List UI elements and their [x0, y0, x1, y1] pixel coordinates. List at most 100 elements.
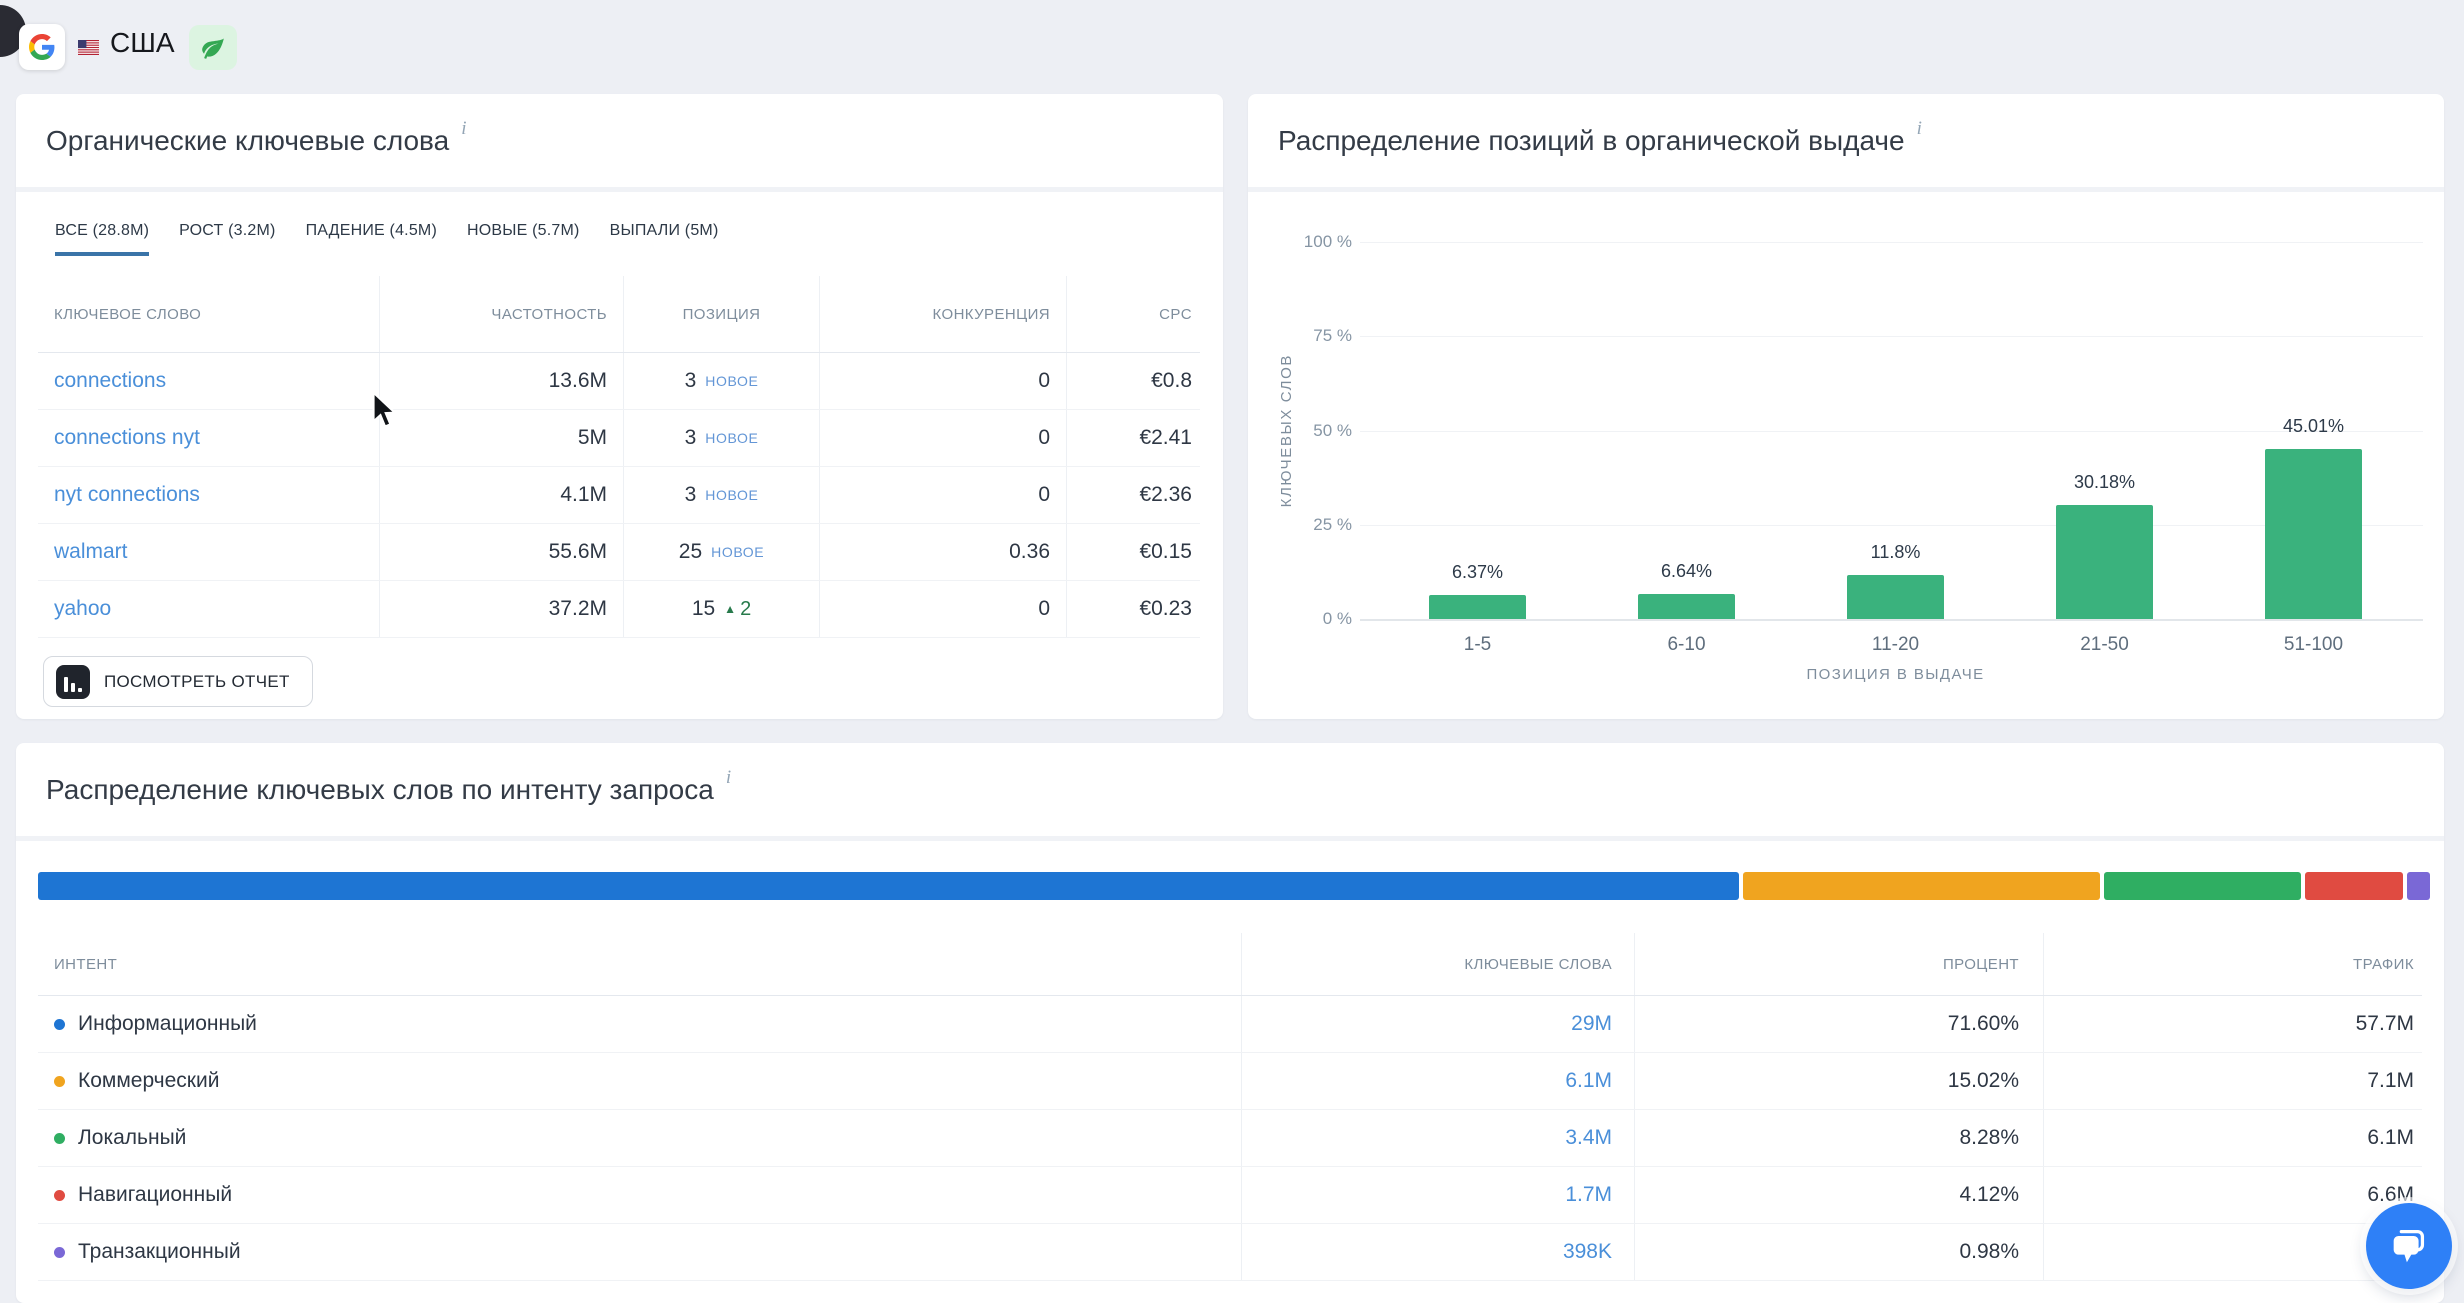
- chat-launcher-button[interactable]: [2366, 1203, 2452, 1289]
- position-value: 25: [679, 540, 702, 564]
- bar-value-label: 30.18%: [2025, 472, 2185, 493]
- position-new-badge: НОВОЕ: [705, 487, 758, 503]
- col-header-percent: ПРОЦЕНТ: [1634, 933, 2043, 995]
- intent-keywords-link[interactable]: 398K: [1563, 1240, 1612, 1264]
- keyword-link[interactable]: connections nyt: [54, 426, 200, 450]
- search-engine-selector[interactable]: [19, 24, 65, 70]
- chart-bar-21-50[interactable]: [2056, 505, 2153, 619]
- y-axis-tick: 0 %: [1276, 609, 1352, 629]
- keyword-link[interactable]: connections: [54, 369, 166, 393]
- competition-cell: 0: [819, 353, 1066, 409]
- cpc-cell: €2.36: [1066, 467, 1200, 523]
- y-axis-tick: 100 %: [1276, 232, 1352, 252]
- bar-value-label: 6.64%: [1607, 561, 1767, 582]
- position-value: 3: [685, 426, 697, 450]
- intent-name: Информационный: [78, 1012, 257, 1036]
- intent-keywords-cell: 29M: [1241, 996, 1634, 1052]
- col-header-volume: ЧАСТОТНОСТЬ: [379, 276, 623, 352]
- intent-traffic-cell: 7.1M: [2043, 1053, 2422, 1109]
- intent-keywords-link[interactable]: 1.7M: [1565, 1183, 1612, 1207]
- region-label: США: [110, 27, 175, 59]
- intent-segment-2: [1743, 872, 2100, 900]
- intent-table-body: Информационный29M71.60%57.7MКоммерческий…: [38, 996, 2422, 1281]
- intent-percent-cell: 4.12%: [1634, 1167, 2043, 1223]
- bar-value-label: 11.8%: [1816, 542, 1976, 563]
- us-flag-icon: [78, 40, 99, 55]
- keyword-cell: nyt connections: [38, 467, 379, 523]
- keywords-table-header: КЛЮЧЕВОЕ СЛОВО ЧАСТОТНОСТЬ ПОЗИЦИЯ КОНКУ…: [38, 276, 1200, 353]
- intent-stacked-bar: [38, 872, 2430, 900]
- intent-segment-3: [2104, 872, 2301, 900]
- position-new-badge: НОВОЕ: [705, 373, 758, 389]
- intent-traffic-cell: 57.7M: [2043, 996, 2422, 1052]
- table-row: connections nyt5M3НОВОЕ0€2.41: [38, 410, 1200, 467]
- keywords-tab-0[interactable]: ВСЕ (28.8M): [55, 222, 149, 256]
- intent-color-dot: [54, 1133, 65, 1144]
- page: { "topbar": { "region_label": "США", "ic…: [0, 0, 2464, 1272]
- y-axis-tick: 75 %: [1276, 326, 1352, 346]
- table-row: connections13.6M3НОВОЕ0€0.8: [38, 353, 1200, 410]
- competition-cell: 0: [819, 410, 1066, 466]
- intent-keywords-cell: 1.7M: [1241, 1167, 1634, 1223]
- keywords-tab-1[interactable]: РОСТ (3.2M): [179, 222, 275, 256]
- position-cell: 3НОВОЕ: [623, 410, 819, 466]
- intent-cell: Информационный: [38, 996, 1241, 1052]
- position-value: 15: [692, 597, 715, 621]
- keyword-cell: yahoo: [38, 581, 379, 637]
- cpc-cell: €0.8: [1066, 353, 1200, 409]
- intent-keywords-link[interactable]: 6.1M: [1565, 1069, 1612, 1093]
- bar-value-label: 6.37%: [1398, 562, 1558, 583]
- chart-bar-6-10[interactable]: [1638, 594, 1735, 619]
- info-icon[interactable]: i: [461, 118, 466, 140]
- keyword-cell: connections nyt: [38, 410, 379, 466]
- position-value: 3: [685, 483, 697, 507]
- intent-keywords-cell: 3.4M: [1241, 1110, 1634, 1166]
- organic-mode-toggle[interactable]: [189, 25, 237, 70]
- intent-traffic-cell: 6.6M: [2043, 1167, 2422, 1223]
- intent-keywords-link[interactable]: 3.4M: [1565, 1126, 1612, 1150]
- table-row: Навигационный 1.7M 4.12%6.6M: [38, 1167, 2422, 1224]
- intent-keywords-link[interactable]: 29M: [1571, 1012, 1612, 1036]
- col-header-keyword: КЛЮЧЕВОЕ СЛОВО: [38, 276, 379, 352]
- col-header-traffic: ТРАФИК: [2043, 933, 2422, 995]
- intent-name: Навигационный: [78, 1183, 232, 1207]
- keyword-cell: connections: [38, 353, 379, 409]
- chart-bar-11-20[interactable]: [1847, 575, 1944, 619]
- keywords-tabs: ВСЕ (28.8M) РОСТ (3.2M) ПАДЕНИЕ (4.5M) НОВЫ…: [55, 222, 718, 256]
- volume-cell: 5M: [379, 410, 623, 466]
- position-cell: 3НОВОЕ: [623, 353, 819, 409]
- up-arrow-icon: ▲: [724, 602, 736, 616]
- keyword-link[interactable]: walmart: [54, 540, 128, 564]
- volume-cell: 37.2M: [379, 581, 623, 637]
- x-axis-tick: 51-100: [2234, 634, 2394, 656]
- chart-bar-1-5[interactable]: [1429, 595, 1526, 619]
- chart-bar-51-100[interactable]: [2265, 449, 2362, 619]
- info-icon[interactable]: i: [726, 767, 731, 789]
- view-report-button[interactable]: ПОСМОТРЕТЬ ОТЧЕТ: [43, 656, 313, 707]
- y-axis-tick: 25 %: [1276, 515, 1352, 535]
- table-row: Локальный3.4M8.28%6.1M: [38, 1110, 2422, 1167]
- cpc-cell: €0.23: [1066, 581, 1200, 637]
- intent-keywords-cell: 6.1M: [1241, 1053, 1634, 1109]
- gridline: [1360, 242, 2423, 243]
- keywords-tab-3[interactable]: НОВЫЕ (5.7M): [467, 222, 580, 256]
- volume-cell: 4.1M: [379, 467, 623, 523]
- intent-color-dot: [54, 1019, 65, 1030]
- keyword-cell: walmart: [38, 524, 379, 580]
- col-header-intent-keywords: КЛЮЧЕВЫЕ СЛОВА: [1241, 933, 1634, 995]
- intent-name: Транзакционный: [78, 1240, 241, 1264]
- table-row: nyt connections 4.1M 3 НОВОЕ 0€2.36: [38, 467, 1200, 524]
- positions-distribution-panel: Распределение позиций в органической выд…: [1248, 94, 2444, 719]
- keywords-tab-4[interactable]: ВЫПАЛИ (5M): [610, 222, 719, 256]
- organic-keywords-header: Органические ключевые слова i: [16, 94, 1223, 192]
- keywords-tab-2[interactable]: ПАДЕНИЕ (4.5M): [306, 222, 437, 256]
- table-row: Коммерческий6.1M15.02%7.1M: [38, 1053, 2422, 1110]
- competition-cell: 0: [819, 467, 1066, 523]
- keyword-link[interactable]: yahoo: [54, 597, 111, 621]
- intent-traffic-cell: 6.1M: [2043, 1110, 2422, 1166]
- competition-cell: 0.36: [819, 524, 1066, 580]
- keyword-link[interactable]: nyt connections: [54, 483, 200, 507]
- intent-table: ИНТЕНТ КЛЮЧЕВЫЕ СЛОВА ПРОЦЕНТ ТРАФИК Инф…: [38, 933, 2422, 1281]
- leaf-icon: [200, 35, 226, 61]
- organic-keywords-panel: Органические ключевые слова i ВСЕ (28.8M…: [16, 94, 1223, 719]
